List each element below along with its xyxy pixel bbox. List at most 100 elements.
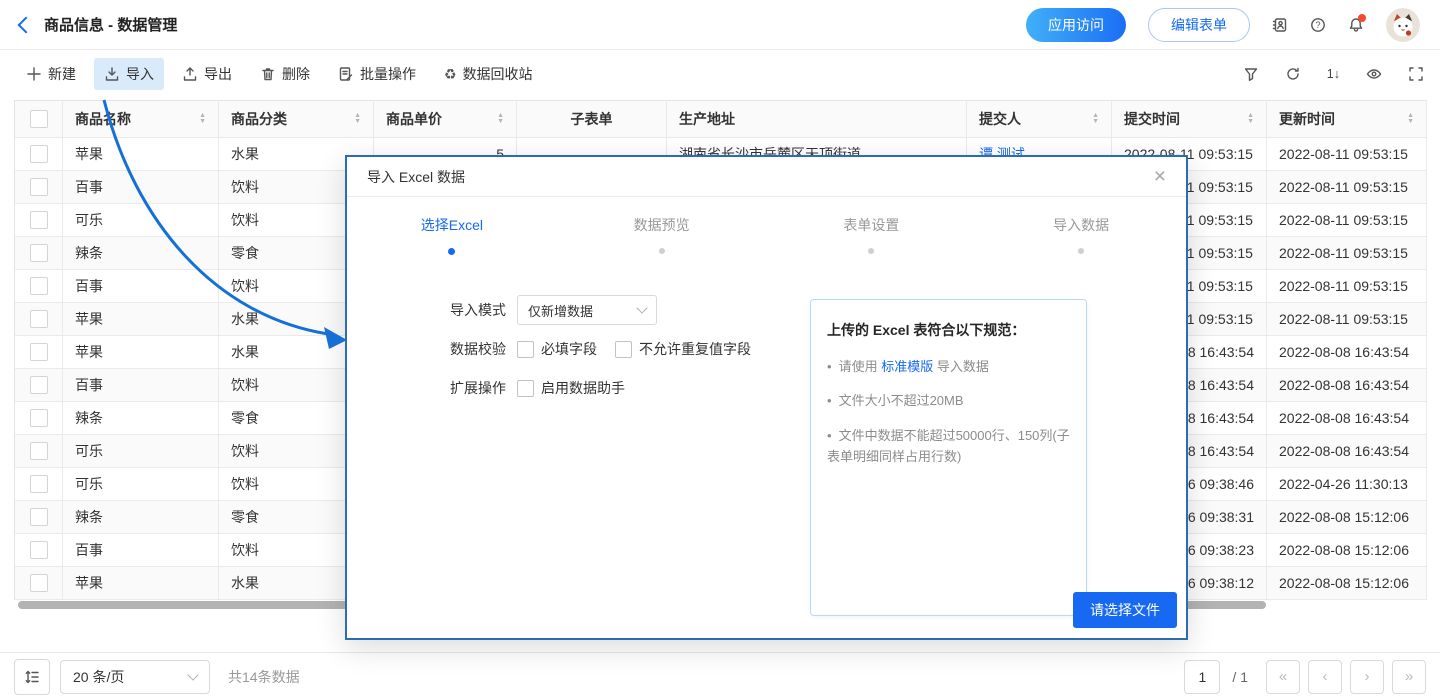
cell-update-time: 2022-08-08 15:12:06	[1267, 534, 1427, 567]
select-all-checkbox[interactable]	[30, 110, 48, 128]
sort-arrows-icon: ▲▼	[497, 113, 504, 125]
cell-update-time: 2022-08-11 09:53:15	[1267, 237, 1427, 270]
page-number-input[interactable]	[1184, 660, 1220, 694]
notification-badge	[1358, 14, 1366, 22]
choose-file-button[interactable]: 请选择文件	[1073, 592, 1177, 628]
delete-button[interactable]: 删除	[250, 58, 320, 90]
column-header-update_time[interactable]: 更新时间▲▼	[1267, 101, 1427, 138]
cell-update-time: 2022-04-26 11:30:13	[1267, 468, 1427, 501]
toolbar-buttons: 新建 导入导出 删除 批量操作 ♻数据回收站	[16, 58, 543, 90]
batch-ops-label: 批量操作	[360, 64, 416, 84]
chevron-down-icon	[636, 302, 647, 313]
row-checkbox[interactable]	[30, 310, 48, 328]
spec-item-size: •文件大小不超过20MB	[827, 390, 1070, 411]
back-icon[interactable]	[18, 16, 35, 33]
import-excel-dialog: 导入 Excel 数据 × 选择Excel数据预览表单设置导入数据 导入模式 仅…	[345, 155, 1188, 640]
recycle-bin-button[interactable]: ♻数据回收站	[434, 58, 543, 90]
cell-name: 百事	[63, 270, 219, 303]
avatar[interactable]	[1386, 8, 1420, 42]
standard-template-link[interactable]: 标准模版	[881, 359, 933, 374]
row-checkbox[interactable]	[30, 343, 48, 361]
row-checkbox[interactable]	[30, 277, 48, 295]
svg-text:?: ?	[1315, 20, 1320, 30]
column-header-subform: 子表单	[517, 101, 667, 138]
column-header-address: 生产地址	[667, 101, 967, 138]
close-icon[interactable]: ×	[1154, 166, 1166, 187]
row-checkbox[interactable]	[30, 508, 48, 526]
import-mode-select[interactable]: 仅新增数据	[517, 295, 657, 325]
help-icon[interactable]: ?	[1310, 17, 1326, 33]
column-header-checkbox[interactable]	[15, 101, 63, 138]
sort-arrows-icon: ▲▼	[1247, 113, 1254, 125]
filter-icon[interactable]	[1243, 66, 1259, 82]
cell-name: 辣条	[63, 501, 219, 534]
row-height-button[interactable]	[14, 659, 50, 695]
cell-update-time: 2022-08-08 16:43:54	[1267, 369, 1427, 402]
row-checkbox[interactable]	[30, 178, 48, 196]
spec-item-limit: •文件中数据不能超过50000行、150列(子表单明细同样占用行数)	[827, 425, 1070, 468]
page-size-value: 20 条/页	[73, 667, 124, 687]
import-label: 导入	[126, 64, 154, 84]
cell-name: 辣条	[63, 402, 219, 435]
column-header-submit_time[interactable]: 提交时间▲▼	[1112, 101, 1267, 138]
column-header-submitter[interactable]: 提交人▲▼	[967, 101, 1112, 138]
row-checkbox[interactable]	[30, 244, 48, 262]
row-checkbox[interactable]	[30, 475, 48, 493]
refresh-icon[interactable]	[1285, 66, 1301, 82]
page-title: 商品信息 - 数据管理	[44, 14, 177, 35]
prev-page-button[interactable]: ‹	[1308, 660, 1342, 694]
row-checkbox[interactable]	[30, 145, 48, 163]
trash-icon	[260, 66, 276, 82]
contacts-icon[interactable]	[1272, 17, 1288, 33]
step-4: 导入数据	[976, 215, 1186, 255]
cell-name: 可乐	[63, 435, 219, 468]
column-header-price[interactable]: 商品单价▲▼	[374, 101, 517, 138]
first-page-button[interactable]: «	[1266, 660, 1300, 694]
row-checkbox[interactable]	[30, 409, 48, 427]
required-field-label: 必填字段	[541, 339, 597, 359]
cell-name: 百事	[63, 369, 219, 402]
create-label: 新建	[48, 64, 76, 84]
create-button[interactable]: 新建	[16, 58, 86, 90]
batch-ops-button[interactable]: 批量操作	[328, 58, 426, 90]
row-checkbox[interactable]	[30, 442, 48, 460]
import-button[interactable]: 导入	[94, 58, 164, 90]
data-assistant-checkbox[interactable]: 启用数据助手	[517, 378, 625, 398]
cell-name: 百事	[63, 534, 219, 567]
next-page-button[interactable]: ›	[1350, 660, 1384, 694]
eye-icon[interactable]	[1366, 66, 1382, 82]
page-size-select[interactable]: 20 条/页	[60, 660, 210, 694]
spec-item-template: •请使用 标准模版 导入数据	[827, 356, 1070, 377]
edit-form-button[interactable]: 编辑表单	[1148, 8, 1250, 42]
sort-icon[interactable]: 1↓	[1327, 67, 1340, 81]
cell-name: 可乐	[63, 204, 219, 237]
extend-ops-label: 扩展操作	[450, 378, 506, 398]
app-access-button[interactable]: 应用访问	[1026, 8, 1126, 42]
last-page-button[interactable]: »	[1392, 660, 1426, 694]
sort-arrows-icon: ▲▼	[354, 113, 361, 125]
app-header: 商品信息 - 数据管理 应用访问 编辑表单 ?	[0, 0, 1440, 50]
step-dot	[1078, 248, 1084, 254]
cell-update-time: 2022-08-08 15:12:06	[1267, 501, 1427, 534]
bell-icon[interactable]	[1348, 17, 1364, 33]
import-mode-value: 仅新增数据	[528, 301, 593, 320]
export-icon	[182, 66, 198, 82]
row-checkbox[interactable]	[30, 376, 48, 394]
export-button[interactable]: 导出	[172, 58, 242, 90]
cell-update-time: 2022-08-08 16:43:54	[1267, 402, 1427, 435]
column-header-category[interactable]: 商品分类▲▼	[219, 101, 374, 138]
row-checkbox[interactable]	[30, 574, 48, 592]
cell-update-time: 2022-08-08 16:43:54	[1267, 336, 1427, 369]
column-header-name[interactable]: 商品名称▲▼	[63, 101, 219, 138]
row-checkbox[interactable]	[30, 541, 48, 559]
fullscreen-icon[interactable]	[1408, 66, 1424, 82]
required-field-checkbox[interactable]: 必填字段	[517, 339, 597, 359]
upload-spec-panel: 上传的 Excel 表符合以下规范： •请使用 标准模版 导入数据 •文件大小不…	[810, 299, 1087, 616]
delete-label: 删除	[282, 64, 310, 84]
checkbox-icon	[517, 341, 534, 358]
recycle-bin-label: 数据回收站	[463, 64, 533, 84]
no-duplicate-checkbox[interactable]: 不允许重复值字段	[615, 339, 751, 359]
step-2: 数据预览	[557, 215, 767, 255]
sort-arrows-icon: ▲▼	[199, 113, 206, 125]
row-checkbox[interactable]	[30, 211, 48, 229]
